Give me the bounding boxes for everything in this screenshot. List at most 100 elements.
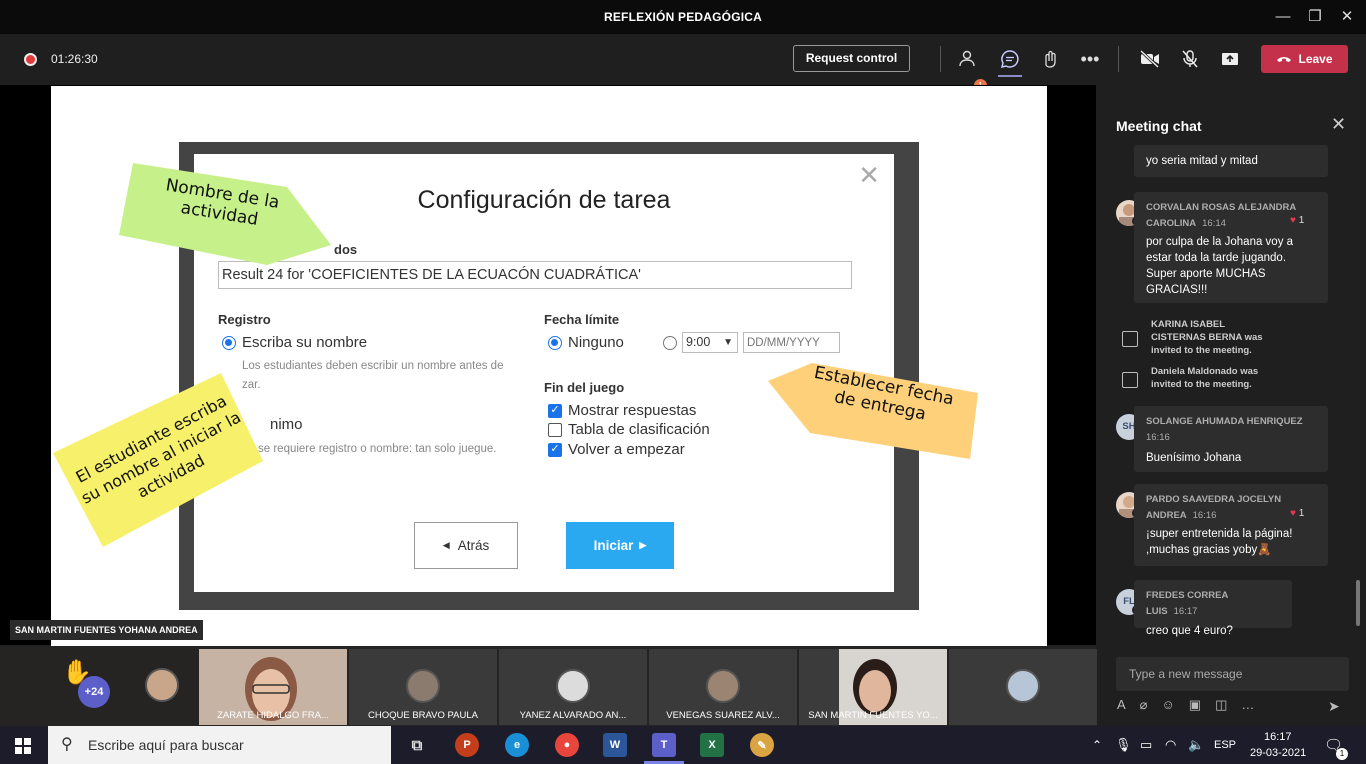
clock-time[interactable]: 16:17 <box>1264 731 1292 743</box>
caret-left-icon: ◀ <box>442 540 450 550</box>
participant-name: VENEGAS SUAREZ ALV... <box>666 710 780 721</box>
dialog-close-icon[interactable]: ✕ <box>858 160 880 191</box>
participant-avatar <box>406 669 440 703</box>
request-control-button[interactable]: Request control <box>793 45 910 72</box>
meeting-chat-panel: Meeting chat ✕ yo seria mitad y mitad CO… <box>1097 85 1366 726</box>
clock-date[interactable]: 29-03-2021 <box>1250 747 1306 759</box>
invite-icon <box>1122 372 1138 388</box>
heart-reaction[interactable]: ♥ 1 <box>1290 508 1304 519</box>
deadline-date-input[interactable] <box>743 332 840 353</box>
enter-name-radio[interactable] <box>222 336 236 350</box>
edge-icon[interactable]: e <box>505 733 529 757</box>
back-button-label: Atrás <box>457 538 490 553</box>
word-icon[interactable]: W <box>603 733 627 757</box>
attach-icon[interactable]: ⌀ <box>1140 697 1148 713</box>
mic-tray-icon[interactable]: 🎙 <box>1115 737 1132 753</box>
message-author-cont: CAROLINA <box>1146 218 1197 229</box>
leave-button[interactable]: Leave <box>1261 45 1348 73</box>
recording-indicator-icon <box>24 53 37 66</box>
send-icon[interactable]: ➤ <box>1328 698 1340 715</box>
powerpoint-icon[interactable]: P <box>455 733 479 757</box>
gif-icon[interactable]: ▣ <box>1189 697 1201 713</box>
participant-avatar <box>1006 669 1040 703</box>
leaderboard-checkbox[interactable] <box>548 423 562 437</box>
participant-tile[interactable]: YANEZ ALVARADO AN... <box>499 649 647 725</box>
back-button[interactable]: ◀ Atrás <box>414 522 518 569</box>
chat-message: PARDO SAAVEDRA JOCELYN ANDREA 16:16 ¡supe… <box>1134 484 1328 566</box>
language-indicator[interactable]: ESP <box>1214 739 1236 751</box>
message-author: SOLANGE AHUMADA HENRIQUEZ <box>1146 416 1303 427</box>
phone-hangup-icon <box>1277 57 1292 62</box>
participant-avatar <box>145 668 179 702</box>
message-time: 16:16 <box>1192 510 1217 521</box>
chat-button[interactable] <box>998 47 1022 71</box>
overflow-participants-count[interactable]: +24 <box>78 676 110 708</box>
set-deadline-radio[interactable] <box>663 336 677 350</box>
participant-video-tile[interactable]: SAN MARTIN FUENTES YO... <box>799 649 947 725</box>
message-text: ¡super entretenida la página! ,muchas gr… <box>1146 528 1293 556</box>
chat-close-icon[interactable]: ✕ <box>1331 114 1346 135</box>
compose-toolbar: A ⌀ ☺ ▣ ◫ … <box>1117 697 1254 713</box>
results-label: dos <box>334 242 358 257</box>
wifi-icon[interactable]: ◠ <box>1165 737 1176 753</box>
anonymous-option-desc: se requiere registro o nombre: tan solo … <box>258 443 497 455</box>
windows-start-icon[interactable] <box>15 738 31 759</box>
share-content-button[interactable] <box>1218 47 1242 71</box>
task-view-icon[interactable]: ⧉ <box>405 733 429 757</box>
sticker-icon[interactable]: ◫ <box>1215 697 1227 713</box>
deadline-time-select[interactable]: 9:00 ▼ <box>682 332 738 353</box>
window-title: REFLEXIÓN PEDAGÓGICA <box>603 10 762 24</box>
message-compose-input[interactable]: Type a new message <box>1116 657 1349 691</box>
window-titlebar: REFLEXIÓN PEDAGÓGICA — ❐ ✕ <box>0 0 1366 34</box>
heart-reaction[interactable]: ♥ 1 <box>1290 215 1304 226</box>
more-options-button[interactable]: ••• <box>1078 47 1102 71</box>
leave-label: Leave <box>1298 52 1333 66</box>
start-button[interactable]: Iniciar ▶ <box>566 522 674 569</box>
enter-name-option-label: Escriba su nombre <box>242 334 368 351</box>
participant-video-tile[interactable]: ZARATE HIDALGO FRA... <box>199 649 347 725</box>
restart-checkbox[interactable]: ✓ <box>548 443 562 457</box>
heart-icon: ♥ <box>1290 508 1296 519</box>
format-icon[interactable]: A <box>1117 697 1126 713</box>
restart-label: Volver a empezar <box>568 441 685 458</box>
end-of-game-label: Fin del juego <box>544 380 625 395</box>
search-placeholder: Escribe aquí para buscar <box>88 737 244 753</box>
teams-icon[interactable]: T <box>652 733 676 757</box>
tray-chevron-icon[interactable]: ⌃ <box>1092 738 1102 752</box>
excel-icon[interactable]: X <box>700 733 724 757</box>
heart-reaction-count: 1 <box>1298 215 1305 226</box>
meeting-timer: 01:26:30 <box>51 52 98 66</box>
no-deadline-radio[interactable] <box>548 336 562 350</box>
message-time: 16:16 <box>1146 432 1170 443</box>
chat-title: Meeting chat <box>1116 118 1202 134</box>
participant-tile[interactable]: CHOQUE BRAVO PAULA <box>349 649 497 725</box>
toolbar-divider <box>1118 46 1119 72</box>
battery-icon[interactable]: ▭ <box>1140 737 1152 753</box>
chat-message: yo seria mitad y mitad <box>1134 145 1328 177</box>
more-compose-icon[interactable]: … <box>1241 697 1254 713</box>
chat-scrollbar[interactable] <box>1356 580 1360 626</box>
participant-tile[interactable]: VENEGAS SUAREZ ALV... <box>649 649 797 725</box>
meeting-toolbar: 01:26:30 Request control 1 ••• Leave <box>0 34 1366 92</box>
paint-icon[interactable]: ✎ <box>750 733 774 757</box>
ellipsis-icon: ••• <box>1080 48 1100 69</box>
participant-avatar <box>706 669 740 703</box>
minimize-button[interactable]: — <box>1268 6 1298 28</box>
camera-off-icon <box>1139 50 1160 68</box>
chrome-icon[interactable]: ● <box>555 733 579 757</box>
show-answers-checkbox[interactable]: ✓ <box>548 404 562 418</box>
raise-hand-button[interactable] <box>1038 47 1062 71</box>
people-icon <box>959 50 975 67</box>
chat-message: SOLANGE AHUMADA HENRIQUEZ 16:16 Buenísim… <box>1134 406 1328 472</box>
chat-active-underline <box>998 75 1022 77</box>
emoji-icon[interactable]: ☺ <box>1162 697 1175 713</box>
camera-toggle-button[interactable] <box>1138 47 1162 71</box>
participants-button[interactable] <box>957 47 981 71</box>
volume-icon[interactable]: 🔈 <box>1188 737 1204 753</box>
taskbar-search-box[interactable]: ⚲ Escribe aquí para buscar <box>48 726 391 764</box>
maximize-button[interactable]: ❐ <box>1300 6 1330 28</box>
participant-name: CHOQUE BRAVO PAULA <box>368 710 478 721</box>
close-window-button[interactable]: ✕ <box>1332 6 1362 28</box>
participant-tile[interactable] <box>949 649 1097 725</box>
mic-toggle-button[interactable] <box>1178 47 1202 71</box>
